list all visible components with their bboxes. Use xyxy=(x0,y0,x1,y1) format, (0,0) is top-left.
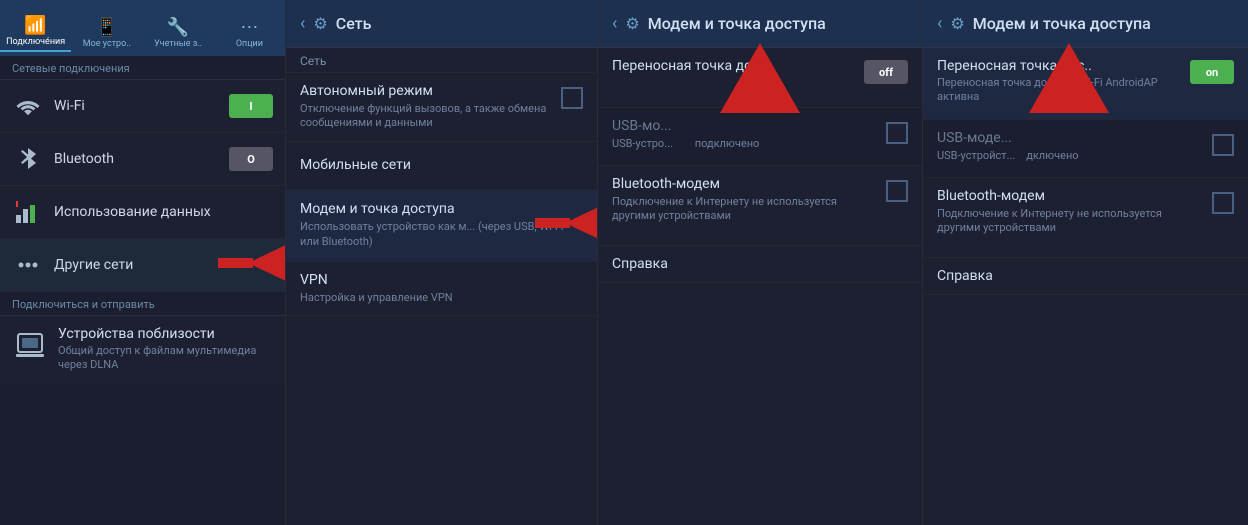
tab-connections-label: Подключе́ния xyxy=(6,38,65,48)
tab-mydevice[interactable]: 📱 Мое устро.. xyxy=(71,17,142,52)
other-networks-label: Другие сети xyxy=(54,257,273,273)
tethering-title: Модем и точка доступа xyxy=(300,201,583,217)
section-connect-send: Подключиться и отправить xyxy=(0,292,285,316)
options-icon: ⋯ xyxy=(240,17,258,38)
menu-item-data-usage[interactable]: Использование данных xyxy=(0,186,285,239)
menu-item-wifi[interactable]: Wi-Fi I xyxy=(0,80,285,133)
usb-sub-on: USB-устройст... дключено xyxy=(937,149,1204,163)
vpn-title: VPN xyxy=(300,272,583,288)
menu-item-nearby-devices[interactable]: Устройства поблизости Общий доступ к фай… xyxy=(0,316,285,383)
accounts-icon: 🔧 xyxy=(167,17,189,38)
arrow-hotspot-up-off xyxy=(720,43,800,117)
mobile-title: Мобильные сети xyxy=(300,157,583,173)
vpn-sub: Настройка и управление VPN xyxy=(300,291,583,305)
bluetooth-checkbox-on[interactable] xyxy=(1212,192,1234,214)
usb-item-on[interactable]: USB-моде... USB-устройст... дключено xyxy=(923,120,1248,178)
hotspot-sub-on: Переносная точка доступа Wi-Fi AndroidAP… xyxy=(937,76,1182,105)
panel-tethering-off: ‹ ⚙ Модем и точка доступа Переносная точ… xyxy=(598,0,923,525)
spravka-item-on[interactable]: Справка xyxy=(923,258,1248,295)
spravka-title-off: Справка xyxy=(612,256,908,272)
net-item-airplane[interactable]: Автономный режим Отключение функций вызо… xyxy=(286,73,597,142)
usb-title-off: USB-мо... xyxy=(612,118,878,134)
spravka-item-off[interactable]: Справка xyxy=(598,246,922,283)
nearby-text: Устройства поблизости Общий доступ к фай… xyxy=(58,326,273,373)
bluetooth-label: Bluetooth xyxy=(54,151,229,167)
mydevice-icon: 📱 xyxy=(96,17,118,38)
tab-accounts-label: Учетные з.. xyxy=(154,40,202,50)
panel-network: ‹ ⚙ Сеть Сеть Автономный режим Отключени… xyxy=(286,0,598,525)
menu-item-bluetooth[interactable]: Bluetooth O xyxy=(0,133,285,186)
connections-icon: 📶 xyxy=(24,15,46,36)
tab-accounts[interactable]: 🔧 Учетные з.. xyxy=(143,17,214,52)
bluetooth-item-on[interactable]: Bluetooth-модем Подключение к Интернету … xyxy=(923,178,1248,258)
panel4-header: ‹ ⚙ Модем и точка доступа xyxy=(923,0,1248,48)
hotspot-toggle-off[interactable]: off xyxy=(864,60,908,84)
hotspot-text-off: Переносная точка дос.. xyxy=(612,58,856,74)
usb-item-off[interactable]: USB-мо... USB-устро... подключено xyxy=(598,108,922,166)
hotspot-title-off: Переносная точка дос.. xyxy=(612,58,856,74)
panel2-header: ‹ ⚙ Сеть xyxy=(286,0,597,48)
panel4-title: Модем и точка доступа xyxy=(973,14,1151,33)
tab-options-label: Опции xyxy=(236,40,263,50)
panel-main-settings: 📶 Подключе́ния 📱 Мое устро.. 🔧 Учетные з… xyxy=(0,0,286,525)
wifi-icon xyxy=(12,90,44,122)
panel3-settings-icon: ⚙ xyxy=(625,14,639,33)
panel2-settings-icon: ⚙ xyxy=(313,14,327,33)
bluetooth-modem-title-on: Bluetooth-модем xyxy=(937,188,1204,204)
panel2-subheader: Сеть xyxy=(286,48,597,73)
airplane-sub: Отключение функций вызовов, а также обме… xyxy=(300,102,553,131)
airplane-checkbox[interactable] xyxy=(561,87,583,109)
bluetooth-modem-sub-on: Подключение к Интернету не используется … xyxy=(937,207,1204,236)
panel3-back-arrow[interactable]: ‹ xyxy=(612,13,617,34)
tabs-row: 📶 Подключе́ния 📱 Мое устро.. 🔧 Учетные з… xyxy=(0,0,285,56)
bluetooth-checkbox-off[interactable] xyxy=(886,180,908,202)
bluetooth-icon xyxy=(12,143,44,175)
data-usage-label: Использование данных xyxy=(54,204,273,220)
tab-options[interactable]: ⋯ Опции xyxy=(214,17,285,52)
nearby-title: Устройства поблизости xyxy=(58,326,273,342)
wifi-label: Wi-Fi xyxy=(54,98,229,114)
airplane-title: Автономный режим xyxy=(300,83,553,99)
panel4-settings-icon: ⚙ xyxy=(950,14,964,33)
tab-mydevice-label: Мое устро.. xyxy=(83,40,131,50)
tether-item-hotspot-on[interactable]: Переносная точка дос.. Переносная точка … xyxy=(923,48,1248,120)
menu-item-other-networks[interactable]: Другие сети xyxy=(0,239,285,292)
panel3-title: Модем и точка доступа xyxy=(648,14,826,33)
usb-sub-off: USB-устро... подключено xyxy=(612,137,878,151)
panel2-title: Сеть xyxy=(336,14,372,33)
tethering-sub: Использовать устройство как м... (через … xyxy=(300,220,583,249)
bluetooth-modem-sub-off: Подключение к Интернету не используется … xyxy=(612,195,878,224)
bluetooth-modem-title-off: Bluetooth-модем xyxy=(612,176,878,192)
bluetooth-item-off[interactable]: Bluetooth-модем Подключение к Интернету … xyxy=(598,166,922,246)
hotspot-toggle-on[interactable]: on xyxy=(1190,60,1234,84)
tether-item-hotspot-off[interactable]: Переносная точка дос.. off xyxy=(598,48,922,108)
data-usage-icon xyxy=(12,196,44,228)
spravka-title-on: Справка xyxy=(937,268,1234,284)
net-item-vpn[interactable]: VPN Настройка и управление VPN xyxy=(286,262,597,316)
nearby-sub: Общий доступ к файлам мультимедиа через … xyxy=(58,344,273,373)
section-network-connections: Сетевые подключения xyxy=(0,56,285,80)
panel3-header: ‹ ⚙ Модем и точка доступа xyxy=(598,0,922,48)
usb-checkbox-off[interactable] xyxy=(886,122,908,144)
panel4-back-arrow[interactable]: ‹ xyxy=(937,13,942,34)
usb-checkbox-on[interactable] xyxy=(1212,134,1234,156)
panel-tethering-on: ‹ ⚙ Модем и точка доступа Переносная точ… xyxy=(923,0,1248,525)
net-item-tethering[interactable]: Модем и точка доступа Использовать устро… xyxy=(286,190,597,262)
other-networks-icon xyxy=(12,249,44,281)
hotspot-text-on: Переносная точка дос.. Переносная точка … xyxy=(937,58,1182,105)
hotspot-title-on: Переносная точка дос.. xyxy=(937,58,1182,74)
bluetooth-toggle[interactable]: O xyxy=(229,147,273,171)
net-item-mobile[interactable]: Мобильные сети xyxy=(286,142,597,190)
tab-connections[interactable]: 📶 Подключе́ния xyxy=(0,15,71,52)
nearby-icon xyxy=(12,326,48,362)
panel2-back-arrow[interactable]: ‹ xyxy=(300,13,305,34)
usb-title-on: USB-моде... xyxy=(937,130,1204,146)
wifi-toggle[interactable]: I xyxy=(229,94,273,118)
